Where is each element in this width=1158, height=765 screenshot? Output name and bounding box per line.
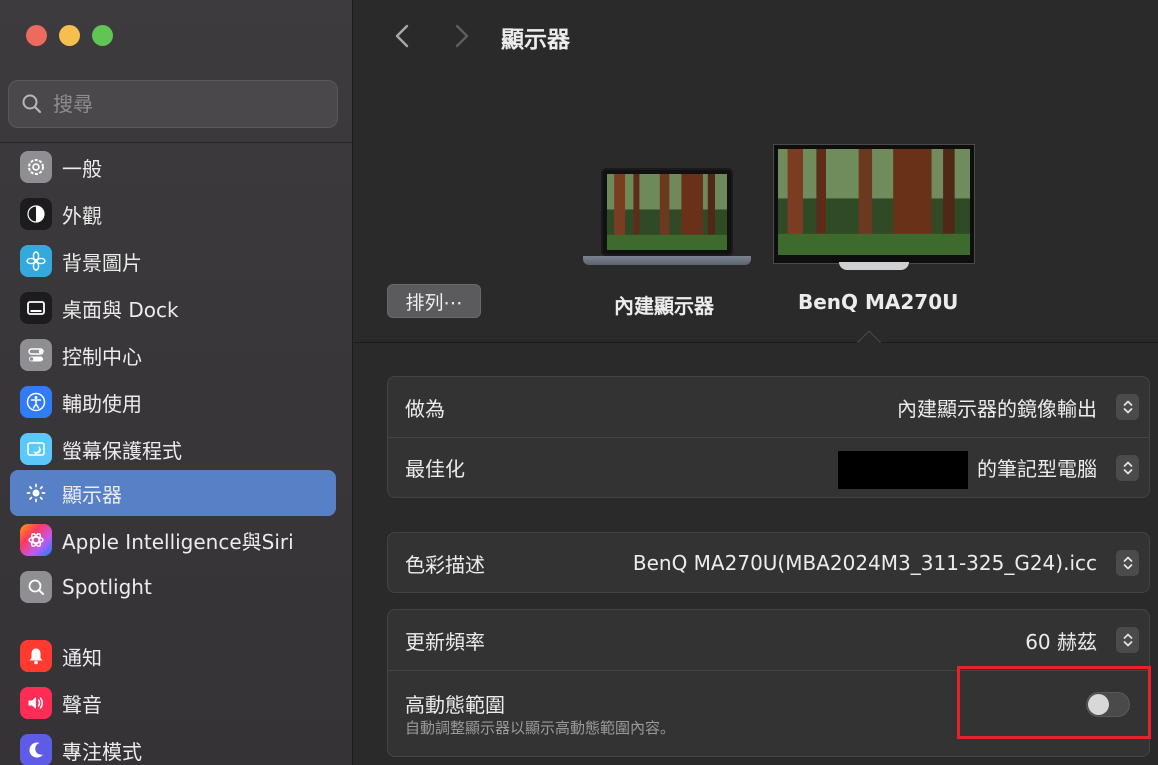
section-divider [354, 342, 1158, 343]
sidebar-item-general[interactable]: 一般 [10, 144, 336, 190]
bell-icon [20, 640, 52, 672]
forest-wallpaper-image [607, 174, 727, 250]
gear-icon [20, 151, 52, 183]
hdr-label: 高動態範圍 [405, 693, 505, 717]
control-center-icon [20, 339, 52, 371]
screensaver-icon [20, 433, 52, 465]
back-button[interactable] [388, 20, 416, 52]
sidebar-item-notifications[interactable]: 通知 [10, 633, 336, 679]
zoom-window-button[interactable] [92, 25, 113, 46]
monitor-stand [839, 262, 909, 270]
sidebar-item-focus[interactable]: 專注模式 [10, 727, 336, 765]
builtin-display-label: 內建顯示器 [614, 294, 714, 318]
dock-icon [20, 292, 52, 324]
chevron-left-icon [395, 24, 409, 48]
sidebar-item-label: 通知 [62, 645, 102, 670]
use-as-value: 內建顯示器的鏡像輸出 [897, 396, 1097, 421]
moon-icon [20, 734, 52, 765]
refresh-rate-row[interactable]: 更新頻率 60 赫茲 [388, 610, 1149, 670]
search-box[interactable] [8, 80, 338, 128]
minimize-window-button[interactable] [59, 25, 80, 46]
sidebar-item-label: 螢幕保護程式 [62, 438, 182, 463]
color-profile-popup-button[interactable] [1116, 550, 1139, 576]
sidebar-item-label: Spotlight [62, 575, 152, 599]
display-arrangement: 排列⋯ 內建顯示器 BenQ MA270U [354, 72, 1158, 342]
use-as-row[interactable]: 做為 內建顯示器的鏡像輸出 [388, 377, 1149, 437]
sidebar-item-label: 顯示器 [62, 482, 122, 507]
hdr-description: 自動調整顯示器以顯示高動態範圍內容。 [405, 719, 676, 737]
sidebar-divider [0, 142, 353, 143]
forward-button[interactable] [448, 20, 476, 52]
sidebar-item-wallpaper[interactable]: 背景圖片 [10, 238, 336, 284]
sidebar-item-siri[interactable]: Apple Intelligence與Siri [10, 517, 336, 563]
speaker-icon [20, 687, 52, 719]
chevron-right-icon [455, 24, 469, 48]
up-down-chevron-icon [1123, 633, 1132, 647]
monitor-screen [773, 144, 975, 264]
display-mode-group: 做為 內建顯示器的鏡像輸出 最佳化 的筆記型電腦 [387, 376, 1150, 498]
builtin-display-thumbnail[interactable] [583, 168, 751, 268]
refresh-rate-label: 更新頻率 [405, 629, 485, 654]
wallpaper-icon [20, 245, 52, 277]
sidebar-item-label: 桌面與 Dock [62, 297, 179, 322]
sidebar-item-screensaver[interactable]: 螢幕保護程式 [10, 426, 336, 472]
display-icon [20, 477, 52, 509]
sidebar-item-label: 輔助使用 [62, 391, 142, 416]
use-as-label: 做為 [405, 396, 445, 421]
laptop-screen [601, 168, 733, 256]
sidebar-item-appearance[interactable]: 外觀 [10, 191, 336, 237]
sidebar-item-label: Apple Intelligence與Siri [62, 529, 294, 554]
refresh-rate-popup-button[interactable] [1116, 627, 1139, 653]
optimize-label: 最佳化 [405, 457, 465, 481]
appearance-icon [20, 198, 52, 230]
laptop-base [583, 256, 751, 265]
optimize-value: 的筆記型電腦 [977, 457, 1097, 481]
toolbar: 顯示器 [354, 0, 1158, 72]
window-controls [26, 25, 113, 46]
up-down-chevron-icon [1123, 400, 1132, 414]
search-input[interactable] [53, 92, 313, 116]
arrange-button[interactable]: 排列⋯ [387, 284, 481, 318]
sidebar-item-label: 控制中心 [62, 344, 142, 369]
sidebar: 一般 外觀 背景圖片 桌面與 Dock 控制中心 [0, 0, 353, 765]
highlight-annotation-box [957, 666, 1151, 739]
color-profile-group: 色彩描述 BenQ MA270U(MBA2024M3_311-325_G24).… [387, 532, 1150, 593]
main-content: 顯示器 排列⋯ 內建顯示器 BenQ MA270U 做為 內建顯示器的鏡像輸出 … [354, 0, 1158, 765]
page-title: 顯示器 [501, 27, 570, 53]
sidebar-item-spotlight[interactable]: Spotlight [10, 564, 336, 610]
close-window-button[interactable] [26, 25, 47, 46]
sidebar-item-label: 專注模式 [62, 739, 142, 764]
sidebar-item-label: 外觀 [62, 203, 102, 228]
sidebar-item-label: 聲音 [62, 692, 102, 717]
sidebar-item-sound[interactable]: 聲音 [10, 680, 336, 726]
color-profile-row[interactable]: 色彩描述 BenQ MA270U(MBA2024M3_311-325_G24).… [388, 533, 1149, 593]
search-icon [22, 94, 42, 114]
use-as-popup-button[interactable] [1116, 394, 1139, 420]
sidebar-item-label: 背景圖片 [62, 250, 142, 275]
color-profile-label: 色彩描述 [405, 552, 485, 577]
forest-wallpaper-image [778, 149, 970, 255]
spotlight-icon [20, 571, 52, 603]
color-profile-value: BenQ MA270U(MBA2024M3_311-325_G24).icc [632, 551, 1097, 575]
sidebar-item-label: 一般 [62, 156, 102, 181]
up-down-chevron-icon [1123, 461, 1132, 474]
siri-icon [20, 524, 52, 556]
sidebar-item-control-center[interactable]: 控制中心 [10, 332, 336, 378]
external-display-thumbnail[interactable] [773, 144, 975, 272]
refresh-rate-value: 60 赫茲 [1025, 629, 1097, 654]
optimize-popup-button[interactable] [1116, 454, 1139, 481]
redacted-block [838, 451, 968, 489]
external-display-label: BenQ MA270U [798, 290, 959, 314]
selection-pointer [857, 330, 881, 344]
accessibility-icon [20, 386, 52, 418]
sidebar-item-accessibility[interactable]: 輔助使用 [10, 379, 336, 425]
optimize-row[interactable]: 最佳化 的筆記型電腦 [388, 437, 1149, 497]
up-down-chevron-icon [1123, 556, 1132, 570]
sidebar-item-desktop-dock[interactable]: 桌面與 Dock [10, 285, 336, 331]
sidebar-item-displays[interactable]: 顯示器 [10, 470, 336, 516]
